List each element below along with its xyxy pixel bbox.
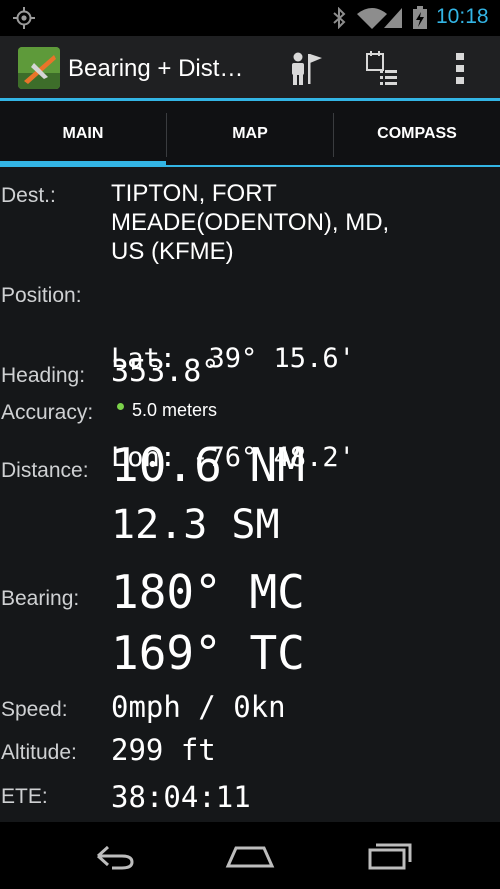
tab-map[interactable]: MAP	[167, 101, 333, 167]
destination-person-flag-icon[interactable]	[286, 48, 326, 88]
dest-line: TIPTON, FORT	[111, 180, 277, 207]
tab-compass[interactable]: COMPASS	[334, 101, 500, 167]
app-title: Bearing + Dist…	[68, 55, 244, 82]
heading-value: 353.8°	[111, 354, 220, 389]
action-bar: Bearing + Dist…	[0, 36, 500, 100]
overflow-menu-icon[interactable]	[440, 48, 480, 88]
position-label: Position:	[1, 284, 82, 307]
calendar-list-icon[interactable]	[362, 48, 402, 88]
dest-value: TIPTON, FORT MEADE(ODENTON), MD, US (KFM…	[111, 179, 389, 266]
bearing-mc-value: 180° MC	[111, 565, 305, 619]
airplane-app-icon[interactable]	[18, 47, 60, 89]
altitude-label: Altitude:	[1, 741, 77, 764]
accuracy-indicator-dot	[117, 403, 124, 410]
distance-sm-value: 12.3 SM	[111, 502, 280, 548]
tab-bar-bottom-line	[166, 165, 500, 167]
bluetooth-icon	[333, 7, 346, 29]
speed-value: 0mph / 0kn	[111, 690, 286, 724]
recent-apps-icon[interactable]	[358, 836, 418, 876]
selected-tab-indicator	[0, 161, 166, 167]
accuracy-label: Accuracy:	[1, 401, 94, 424]
heading-label: Heading:	[1, 364, 86, 387]
cell-signal-icon	[384, 8, 402, 28]
ete-label: ETE:	[1, 785, 48, 808]
accuracy-value: 5.0 meters	[132, 400, 218, 420]
bearing-tc-value: 169° TC	[111, 626, 305, 680]
dest-label: Dest.:	[1, 184, 56, 207]
tab-bar: MAIN MAP COMPASS	[0, 101, 500, 167]
dest-line: MEADE(ODENTON), MD,	[111, 209, 390, 236]
status-bar: 10:18	[0, 0, 500, 36]
navigation-bar	[0, 822, 500, 889]
ete-value: 38:04:11	[111, 780, 251, 814]
battery-charging-icon	[413, 6, 427, 29]
distance-nm-value: 10.6 NM	[111, 438, 305, 492]
distance-label: Distance:	[1, 459, 89, 482]
bearing-label: Bearing:	[1, 587, 80, 610]
dest-line: US (KFME)	[111, 238, 234, 265]
gps-icon	[13, 7, 35, 29]
altitude-value: 299 ft	[111, 733, 216, 767]
back-icon[interactable]	[82, 836, 142, 876]
speed-label: Speed:	[1, 698, 68, 721]
status-time: 10:18	[436, 5, 489, 28]
home-icon[interactable]	[220, 836, 280, 876]
tab-main[interactable]: MAIN	[0, 101, 166, 167]
